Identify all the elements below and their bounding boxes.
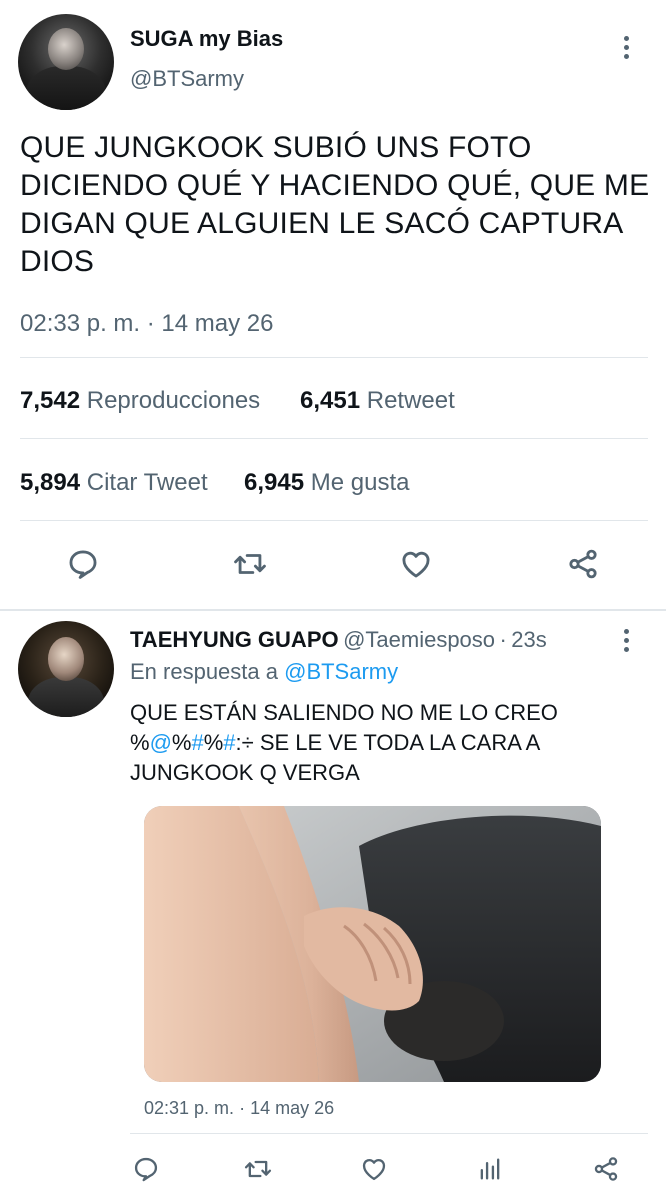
reply-more-options-icon[interactable] — [621, 629, 631, 652]
reply-text-line: %@%#%#:÷ SE LE VE TODA LA CARA A — [130, 728, 650, 758]
likes-count: 6,945 — [244, 469, 305, 496]
reply-text-chunk: % — [130, 730, 150, 755]
tweet-text-line: QUE JUNGKOOK SUBIÓ UNS FOTO — [20, 131, 532, 164]
author-avatar[interactable] — [18, 14, 114, 110]
share-icon[interactable] — [588, 1151, 624, 1187]
likes-stat[interactable]: 6,945 Me gusta — [244, 469, 409, 497]
reply-media-image[interactable] — [144, 806, 601, 1082]
tweet-timestamp[interactable]: 02:33 p. m. · 14 may 26 — [20, 310, 274, 338]
reply-timestamp[interactable]: 02:31 p. m. · 14 may 26 — [144, 1098, 334, 1119]
reply-text: QUE ESTÁN SALIENDO NO ME LO CREO %@%#%#:… — [130, 698, 650, 788]
tweet-text: QUE JUNGKOOK SUBIÓ UNS FOTO DICIENDO QUÉ… — [20, 129, 650, 281]
reply-time: 02:31 p. m. — [144, 1098, 235, 1118]
reply-author-display-name[interactable]: TAEHYUNG GUAPO — [130, 627, 339, 652]
reply-context: En respuesta a @BTSarmy — [130, 659, 398, 685]
reply-text-chunk: % — [171, 730, 192, 755]
reply-mention-symbol[interactable]: @ — [150, 730, 172, 755]
tweet-date: 14 may 26 — [161, 310, 274, 337]
reply-mention-link[interactable]: @BTSarmy — [284, 659, 398, 684]
reply-author-avatar[interactable] — [18, 621, 114, 717]
reply-meta-separator: · — [499, 627, 507, 652]
views-count: 7,542 — [20, 387, 81, 414]
reply-header: TAEHYUNG GUAPO @Taemiesposo · 23s — [130, 627, 547, 653]
reply-hashtag-symbol[interactable]: # — [191, 730, 203, 755]
quotes-label: Citar Tweet — [86, 469, 208, 496]
share-icon[interactable] — [565, 546, 601, 582]
reply-meta-separator: · — [239, 1098, 246, 1118]
tweet-time: 02:33 p. m. — [20, 310, 141, 337]
quotes-count: 5,894 — [20, 469, 81, 496]
divider — [130, 1133, 648, 1134]
reply-prefix: En respuesta a — [130, 659, 278, 684]
tweet-text-line: DIOS — [20, 245, 95, 278]
reply-icon[interactable] — [128, 1151, 164, 1187]
reply-author-handle[interactable]: @Taemiesposo — [343, 627, 495, 652]
reply-date: 14 may 26 — [250, 1098, 335, 1118]
retweets-label: Retweet — [366, 387, 455, 414]
author-handle[interactable]: @BTSarmy — [130, 66, 244, 92]
views-label: Reproducciones — [86, 387, 261, 414]
retweets-count: 6,451 — [300, 387, 361, 414]
reply-hashtag-symbol[interactable]: # — [223, 730, 235, 755]
reply-text-line: JUNGKOOK Q VERGA — [130, 760, 360, 785]
meta-separator: · — [146, 310, 155, 337]
tweet-text-line: DIGAN QUE ALGUIEN LE SACÓ CAPTURA — [20, 207, 624, 240]
like-icon[interactable] — [398, 546, 434, 582]
analytics-icon[interactable] — [472, 1151, 508, 1187]
views-stat[interactable]: 7,542 Reproducciones — [20, 387, 260, 415]
reply-text-chunk: :÷ SE LE VE TODA LA CARA A — [235, 730, 541, 755]
retweet-icon[interactable] — [232, 546, 268, 582]
like-icon[interactable] — [356, 1151, 392, 1187]
quotes-stat[interactable]: 5,894 Citar Tweet — [20, 469, 208, 497]
reply-text-chunk: % — [203, 730, 224, 755]
reply-age: 23s — [511, 627, 547, 652]
photo-illustration — [144, 806, 601, 1082]
section-divider — [0, 609, 666, 611]
reply-text-line: QUE ESTÁN SALIENDO NO ME LO CREO — [130, 700, 558, 725]
reply-icon[interactable] — [65, 546, 101, 582]
divider — [20, 357, 648, 358]
more-options-icon[interactable] — [621, 36, 631, 59]
retweet-icon[interactable] — [240, 1151, 276, 1187]
divider — [20, 520, 648, 521]
author-display-name[interactable]: SUGA my Bias — [130, 26, 283, 52]
likes-label: Me gusta — [310, 469, 410, 496]
retweets-stat[interactable]: 6,451 Retweet — [300, 387, 455, 415]
divider — [20, 438, 648, 439]
tweet-text-line: DICIENDO QUÉ Y HACIENDO QUÉ, QUE ME — [20, 169, 650, 202]
